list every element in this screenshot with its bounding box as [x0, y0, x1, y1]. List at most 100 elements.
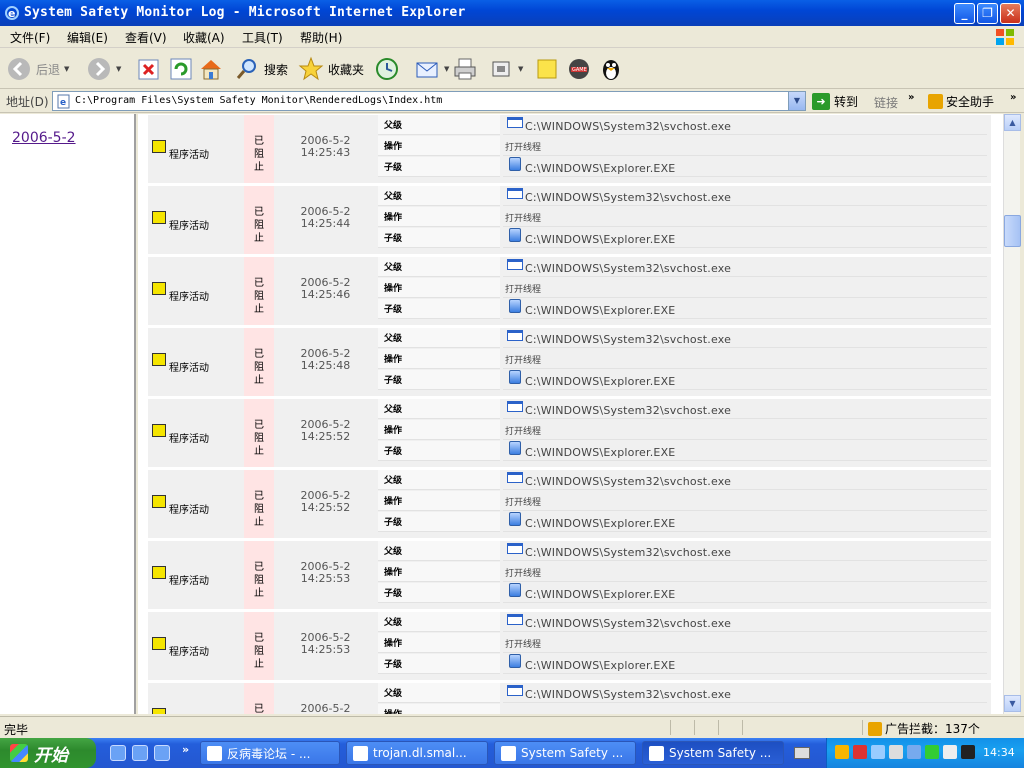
print-button[interactable] — [452, 53, 478, 85]
go-button[interactable]: ➜ 转到 — [812, 91, 858, 111]
menu-favorites[interactable]: 收藏(A) — [183, 29, 225, 46]
links-chevron-icon[interactable]: » — [908, 92, 914, 103]
detail-label-operation: 操作 — [378, 420, 500, 440]
menu-file[interactable]: 文件(F) — [10, 29, 50, 46]
menu-view[interactable]: 查看(V) — [125, 29, 167, 46]
address-dropdown-icon[interactable]: ▼ — [788, 92, 805, 110]
quicklaunch-desktop-icon[interactable] — [110, 745, 126, 761]
history-icon — [376, 58, 398, 80]
window-tool-dropdown-icon[interactable]: ▼ — [518, 65, 523, 73]
scroll-thumb[interactable] — [1004, 215, 1021, 247]
links-label[interactable]: 链接 — [874, 94, 898, 111]
task-antivirus-forum[interactable]: 反病毒论坛 - ... — [200, 741, 340, 765]
menu-edit[interactable]: 编辑(E) — [67, 29, 108, 46]
task-system-safety[interactable]: System Safety ... — [494, 741, 636, 765]
detail-value-child: C:\WINDOWS\Explorer.EXE — [503, 441, 987, 461]
detail-value-operation: 打开线程 — [503, 633, 987, 653]
detail-table: 父级 C:\WINDOWS\System32\svchost.exe 操作 打开线程子… — [378, 186, 991, 254]
status-cell: 已阻止 — [244, 399, 274, 467]
detail-text-parent: C:\WINDOWS\System32\svchost.exe — [525, 475, 732, 488]
start-button[interactable]: 开始 — [0, 738, 96, 768]
forward-dropdown-icon[interactable]: ▼ — [116, 65, 121, 73]
log-row: 程序活动 已阻止 2006-5-2 14:25:48 父级 C:\WINDOWS\Syst… — [148, 328, 991, 396]
scroll-down-icon[interactable]: ▼ — [1004, 695, 1021, 712]
detail-text-operation: 打开线程 — [505, 356, 542, 366]
detail-text-operation: 打开线程 — [505, 214, 542, 224]
tray-media-icon[interactable] — [961, 745, 975, 759]
home-button[interactable] — [198, 53, 224, 85]
timestamp-time: 14:25:44 — [300, 217, 351, 230]
log-row: 程序活动 已阻止 2006-5-2 14:25:46 父级 C:\WINDOWS\Syst… — [148, 257, 991, 325]
tray-ime-icon[interactable] — [943, 745, 957, 759]
address-input[interactable]: e C:\Program Files\System Safety Monitor… — [52, 91, 806, 111]
maximize-button[interactable]: ❐ — [977, 3, 998, 24]
detail-label-parent: 父级 — [378, 257, 500, 277]
status-cell: 已阻止 — [244, 328, 274, 396]
tray-volume-icon[interactable] — [907, 745, 921, 759]
quicklaunch-more-icon[interactable]: » — [182, 743, 189, 756]
toolbar-chevron-icon[interactable]: » — [1010, 92, 1016, 103]
explorer-icon — [509, 583, 521, 597]
detail-text-parent: C:\WINDOWS\System32\svchost.exe — [525, 191, 732, 204]
detail-label-operation: 操作 — [378, 349, 500, 369]
activity-label: 程序活动 — [169, 363, 209, 374]
mail-button[interactable]: ▼ — [414, 53, 449, 85]
quicklaunch-browser-icon[interactable] — [154, 745, 170, 761]
forward-button[interactable]: ▼ — [86, 53, 121, 85]
close-button[interactable]: ✕ — [1000, 3, 1021, 24]
vertical-scrollbar[interactable]: ▲ ▼ — [1003, 114, 1021, 714]
task-trojan[interactable]: trojan.dl.smal... — [346, 741, 488, 765]
window-tool-button[interactable]: ▼ — [488, 53, 523, 85]
go-label: 转到 — [834, 94, 859, 109]
safety-assistant-button[interactable]: 安全助手 — [928, 91, 994, 111]
favorites-label: 收藏夹 — [328, 62, 365, 77]
note-button[interactable] — [534, 53, 560, 85]
status-text: 完毕 — [4, 723, 29, 737]
keyboard-icon[interactable] — [794, 747, 810, 759]
svg-text:GAME: GAME — [572, 67, 587, 73]
tray-umbrella-icon[interactable] — [925, 745, 939, 759]
timestamp: 2006-5-2 14:25:43 — [278, 135, 373, 159]
history-button[interactable] — [374, 53, 400, 85]
stop-button[interactable] — [136, 53, 162, 85]
favorites-button[interactable]: 收藏夹 — [298, 53, 364, 85]
status-text: 已阻止 — [254, 349, 264, 386]
game-button[interactable]: GAME — [566, 53, 592, 85]
window-icon — [507, 614, 523, 625]
detail-text-child: C:\WINDOWS\Explorer.EXE — [525, 304, 676, 317]
task-system-safety-log[interactable]: System Safety ... — [642, 741, 784, 765]
status-text: 已阻止 — [254, 633, 264, 670]
detail-value-parent: C:\WINDOWS\System32\svchost.exe — [503, 470, 987, 490]
status-text: 已阻止 — [254, 562, 264, 599]
ad-block-text: 广告拦截：137个 — [885, 722, 980, 736]
quicklaunch-ie-icon[interactable] — [132, 745, 148, 761]
tray-network-icon[interactable] — [871, 745, 885, 759]
windows-flag-icon — [10, 744, 28, 762]
detail-label-child: 子级 — [378, 583, 500, 603]
back-dropdown-icon[interactable]: ▼ — [64, 65, 69, 73]
detail-text-operation: 打开线程 — [505, 285, 542, 295]
detail-value-parent: C:\WINDOWS\System32\svchost.exe — [503, 541, 987, 561]
ad-block-status[interactable]: 广告拦截：137个 — [868, 720, 980, 737]
detail-text-child: C:\WINDOWS\Explorer.EXE — [525, 162, 676, 175]
detail-text-child: C:\WINDOWS\Explorer.EXE — [525, 446, 676, 459]
date-link[interactable]: 2006-5-2 — [12, 130, 76, 146]
detail-value-operation: 打开线程 — [503, 491, 987, 511]
tray-network2-icon[interactable] — [889, 745, 903, 759]
back-button[interactable]: 后退 ▼ — [6, 53, 69, 85]
menu-help[interactable]: 帮助(H) — [300, 29, 342, 46]
qq-button[interactable] — [598, 53, 624, 85]
refresh-button[interactable] — [168, 53, 194, 85]
explorer-icon — [509, 654, 521, 668]
minimize-button[interactable]: _ — [954, 3, 975, 24]
timestamp-time: 14:25:52 — [300, 501, 351, 514]
scroll-up-icon[interactable]: ▲ — [1004, 114, 1021, 131]
status-cell: 已阻止 — [244, 470, 274, 538]
timestamp: 2006-5-2 14:25:52 — [278, 419, 373, 443]
status-divider — [670, 720, 671, 735]
tray-qq-icon[interactable] — [853, 745, 867, 759]
tray-security-icon[interactable] — [835, 745, 849, 759]
mail-dropdown-icon[interactable]: ▼ — [444, 65, 449, 73]
search-button[interactable]: 搜索 — [234, 53, 288, 85]
menu-tools[interactable]: 工具(T) — [242, 29, 283, 46]
